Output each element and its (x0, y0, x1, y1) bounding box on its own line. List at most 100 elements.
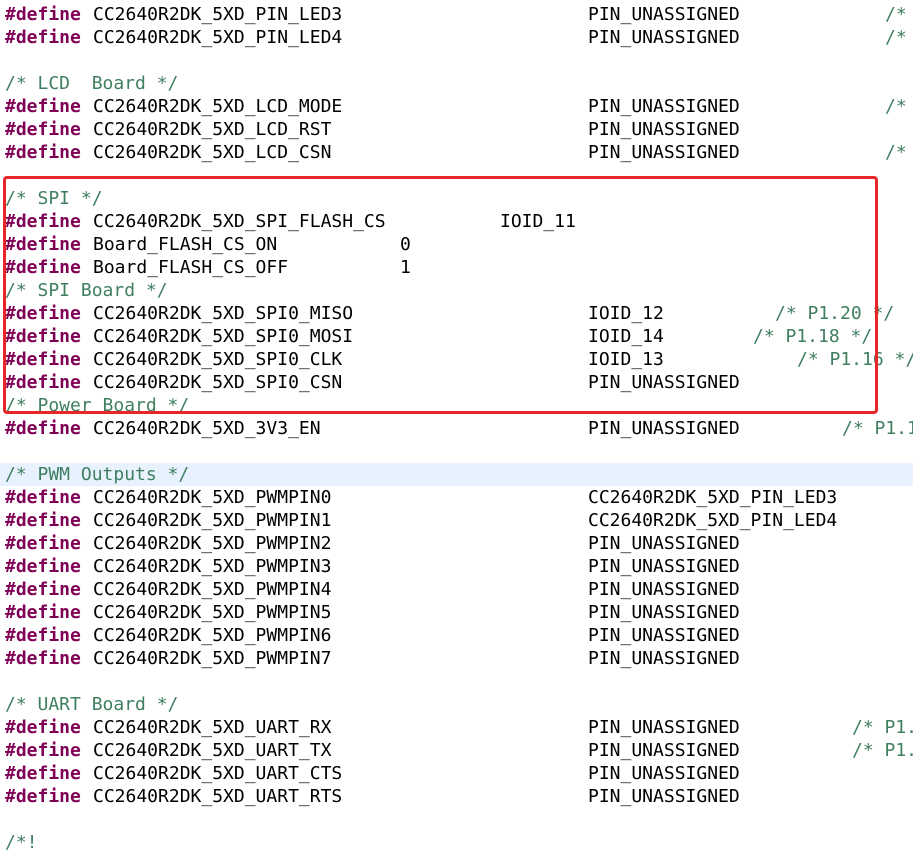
macro-value: IOID_12 (588, 303, 664, 324)
define-keyword: #define (5, 418, 81, 439)
define-line[interactable]: #define CC2640R2DK_5XD_LCD_MODE PIN_UNASSI… (0, 95, 913, 118)
section-comment: /* PWM Outputs */ (5, 464, 190, 485)
define-keyword: #define (5, 4, 81, 25)
define-keyword: #define (5, 119, 81, 140)
macro-value: PIN_UNASSIGNED (588, 602, 740, 623)
blank-line[interactable] (0, 164, 913, 187)
macro-name: CC2640R2DK_5XD_PWMPIN5 (93, 602, 332, 623)
define-line[interactable]: #define Board_FLASH_CS_OFF 1 (0, 256, 913, 279)
define-line[interactable]: #define CC2640R2DK_5XD_SPI0_CSN PIN_UNASSI… (0, 371, 913, 394)
define-keyword: #define (5, 303, 81, 324)
define-line[interactable]: #define CC2640R2DK_5XD_PWMPIN1 CC2640R2DK_… (0, 509, 913, 532)
macro-name: CC2640R2DK_5XD_PWMPIN1 (93, 510, 332, 531)
define-line[interactable]: #define CC2640R2DK_5XD_LCD_CSN PIN_UNASSIG… (0, 141, 913, 164)
inline-comment: /* P1.18 */ (753, 326, 873, 347)
macro-name: CC2640R2DK_5XD_UART_RX (93, 717, 332, 738)
section-comment: /* LCD Board */ (5, 73, 179, 94)
inline-comment: /* P1.16 */ (797, 349, 913, 370)
inline-comment: /* (885, 96, 907, 117)
define-keyword: #define (5, 556, 81, 577)
macro-name: CC2640R2DK_5XD_LCD_MODE (93, 96, 343, 117)
define-keyword: #define (5, 234, 81, 255)
define-keyword: #define (5, 717, 81, 738)
define-keyword: #define (5, 786, 81, 807)
define-line[interactable]: #define CC2640R2DK_5XD_PWMPIN7 PIN_UNASSIG… (0, 647, 913, 670)
comment-line[interactable]: /* SPI */ (0, 187, 913, 210)
comment-line[interactable]: /* SPI Board */ (0, 279, 913, 302)
macro-name: CC2640R2DK_5XD_PWMPIN0 (93, 487, 332, 508)
define-line[interactable]: #define Board_FLASH_CS_ON 0 (0, 233, 913, 256)
macro-name: CC2640R2DK_5XD_3V3_EN (93, 418, 321, 439)
define-line[interactable]: #define CC2640R2DK_5XD_LCD_RST PIN_UNASSIG… (0, 118, 913, 141)
macro-name: CC2640R2DK_5XD_PWMPIN3 (93, 556, 332, 577)
macro-name: CC2640R2DK_5XD_SPI0_CSN (93, 372, 343, 393)
comment-line[interactable]: /* PWM Outputs */ (0, 463, 913, 486)
macro-name: CC2640R2DK_5XD_UART_CTS (93, 763, 343, 784)
define-line[interactable]: #define CC2640R2DK_5XD_PWMPIN2 PIN_UNASSIG… (0, 532, 913, 555)
inline-comment: /* P1.1 (842, 418, 913, 439)
inline-comment: /* P1. (852, 740, 913, 761)
macro-value: PIN_UNASSIGNED (588, 533, 740, 554)
define-line[interactable]: #define CC2640R2DK_5XD_UART_TX PIN_UNASSIG… (0, 739, 913, 762)
define-line[interactable]: #define CC2640R2DK_5XD_SPI0_MISO IOID_12 /*… (0, 302, 913, 325)
define-keyword: #define (5, 211, 81, 232)
macro-name: CC2640R2DK_5XD_PWMPIN7 (93, 648, 332, 669)
macro-name: CC2640R2DK_5XD_PWMPIN2 (93, 533, 332, 554)
code-editor[interactable]: #define CC2640R2DK_5XD_PIN_LED3 PIN_UNASSI… (0, 0, 913, 867)
blank-line[interactable] (0, 440, 913, 463)
define-line[interactable]: #define CC2640R2DK_5XD_UART_RX PIN_UNASSIG… (0, 716, 913, 739)
macro-value: 1 (400, 257, 411, 278)
define-line[interactable]: #define CC2640R2DK_5XD_PWMPIN6 PIN_UNASSIG… (0, 624, 913, 647)
define-keyword: #define (5, 487, 81, 508)
blank-line[interactable] (0, 49, 913, 72)
macro-name: Board_FLASH_CS_ON (93, 234, 278, 255)
macro-name: CC2640R2DK_5XD_UART_RTS (93, 786, 343, 807)
define-line[interactable]: #define CC2640R2DK_5XD_PWMPIN3 PIN_UNASSIG… (0, 555, 913, 578)
macro-name: CC2640R2DK_5XD_SPI0_MISO (93, 303, 354, 324)
define-line[interactable]: #define CC2640R2DK_5XD_PWMPIN4 PIN_UNASSIG… (0, 578, 913, 601)
define-line[interactable]: #define CC2640R2DK_5XD_PIN_LED4 PIN_UNASSI… (0, 26, 913, 49)
macro-name: CC2640R2DK_5XD_SPI0_CLK (93, 349, 343, 370)
section-comment: /* SPI */ (5, 188, 103, 209)
macro-value: IOID_14 (588, 326, 664, 347)
macro-value: PIN_UNASSIGNED (588, 372, 740, 393)
macro-value: PIN_UNASSIGNED (588, 786, 740, 807)
macro-name: CC2640R2DK_5XD_PWMPIN4 (93, 579, 332, 600)
macro-value: PIN_UNASSIGNED (588, 556, 740, 577)
blank-line[interactable] (0, 670, 913, 693)
comment-line[interactable]: /* LCD Board */ (0, 72, 913, 95)
macro-value: CC2640R2DK_5XD_PIN_LED3 (588, 487, 838, 508)
inline-comment: /* (885, 27, 907, 48)
comment-line[interactable]: /*! (0, 831, 913, 854)
define-line[interactable]: #define CC2640R2DK_5XD_3V3_EN PIN_UNASSIGN… (0, 417, 913, 440)
macro-name: CC2640R2DK_5XD_PIN_LED3 (93, 4, 343, 25)
macro-value: IOID_13 (588, 349, 664, 370)
define-line[interactable]: #define CC2640R2DK_5XD_SPI0_CLK IOID_13 /* … (0, 348, 913, 371)
define-keyword: #define (5, 142, 81, 163)
define-line[interactable]: #define CC2640R2DK_5XD_UART_CTS PIN_UNASSI… (0, 762, 913, 785)
define-line[interactable]: #define CC2640R2DK_5XD_PWMPIN5 PIN_UNASSIG… (0, 601, 913, 624)
section-comment: /* UART Board */ (5, 694, 179, 715)
define-line[interactable]: #define CC2640R2DK_5XD_PIN_LED3 PIN_UNASSI… (0, 3, 913, 26)
macro-name: CC2640R2DK_5XD_SPI_FLASH_CS (93, 211, 386, 232)
macro-name: CC2640R2DK_5XD_PWMPIN6 (93, 625, 332, 646)
define-line[interactable]: #define CC2640R2DK_5XD_SPI0_MOSI IOID_14 /*… (0, 325, 913, 348)
define-line[interactable]: #define CC2640R2DK_5XD_SPI_FLASH_CS IOID_1… (0, 210, 913, 233)
comment-line[interactable]: /* UART Board */ (0, 693, 913, 716)
macro-name: CC2640R2DK_5XD_LCD_RST (93, 119, 332, 140)
macro-value: PIN_UNASSIGNED (588, 625, 740, 646)
define-keyword: #define (5, 372, 81, 393)
define-keyword: #define (5, 349, 81, 370)
macro-value: PIN_UNASSIGNED (588, 27, 740, 48)
section-comment: /*! (5, 832, 38, 853)
section-comment: /* Power Board */ (5, 395, 190, 416)
inline-comment: /* (885, 4, 907, 25)
blank-line[interactable] (0, 808, 913, 831)
define-keyword: #define (5, 326, 81, 347)
comment-line[interactable]: /* Power Board */ (0, 394, 913, 417)
define-keyword: #define (5, 763, 81, 784)
define-line[interactable]: #define CC2640R2DK_5XD_PWMPIN0 CC2640R2DK_… (0, 486, 913, 509)
define-line[interactable]: #define CC2640R2DK_5XD_UART_RTS PIN_UNASSI… (0, 785, 913, 808)
define-keyword: #define (5, 257, 81, 278)
define-keyword: #define (5, 27, 81, 48)
